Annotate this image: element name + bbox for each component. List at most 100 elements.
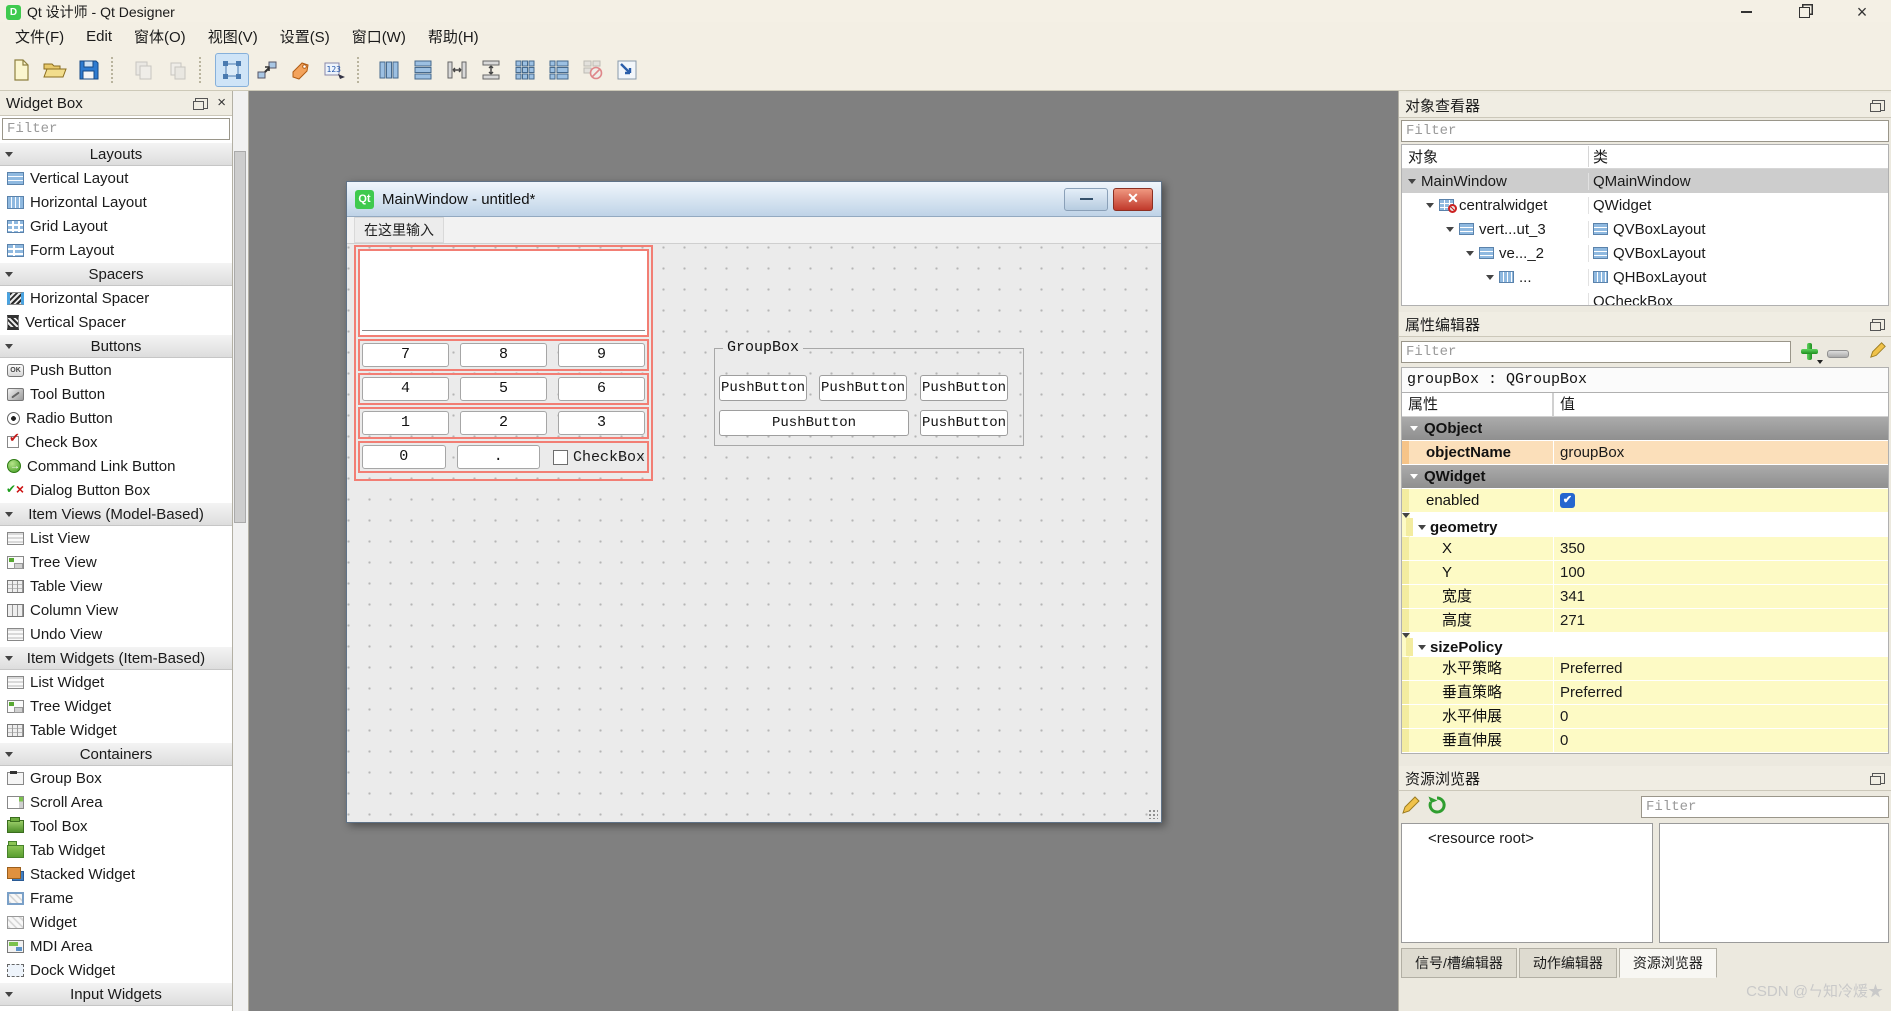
widget-box-row[interactable]: Scroll Area	[0, 790, 232, 814]
groupbox-pushbutton[interactable]: PushButton	[719, 375, 807, 401]
widget-box-row[interactable]: Table Widget	[0, 718, 232, 742]
widget-box-row[interactable]: Tool Button	[0, 382, 232, 406]
groupbox-pushbutton[interactable]: PushButton	[920, 410, 1008, 436]
form-close-button[interactable]: ✕	[1113, 188, 1153, 211]
checked-checkbox-icon[interactable]	[1560, 493, 1575, 508]
widget-box-row[interactable]: List View	[0, 526, 232, 550]
widget-box-row[interactable]: Tree Widget	[0, 694, 232, 718]
keypad-row[interactable]: 4 5 6	[358, 373, 649, 405]
break-layout-icon[interactable]	[577, 54, 609, 86]
edit-resources-icon[interactable]	[1401, 795, 1421, 819]
horizontal-splitter-icon[interactable]	[441, 54, 473, 86]
chevron-down-icon[interactable]	[1410, 474, 1418, 479]
widget-box-row[interactable]: Undo View	[0, 622, 232, 646]
layout-form-icon[interactable]	[543, 54, 575, 86]
property-row[interactable]: 垂直伸展 0	[1402, 729, 1888, 753]
keypad-button[interactable]: 2	[460, 411, 547, 435]
object-tree-row[interactable]: ve..._2 QVBoxLayout	[1402, 241, 1888, 265]
form-checkbox[interactable]: CheckBox	[551, 449, 645, 466]
edit-signals-slots-icon[interactable]	[251, 54, 283, 86]
paste-icon[interactable]	[161, 54, 193, 86]
keypad-button[interactable]: .	[457, 445, 541, 469]
widget-box-row[interactable]: Push Button	[0, 358, 232, 382]
widget-box-scrollbar[interactable]	[233, 91, 249, 1011]
object-tree-row[interactable]: MainWindow QMainWindow	[1402, 169, 1888, 193]
chevron-down-icon[interactable]	[1418, 645, 1426, 650]
groupbox-pushbutton[interactable]: PushButton	[920, 375, 1008, 401]
widget-box-row[interactable]: Form Layout	[0, 238, 232, 262]
keypad-row[interactable]: 0 . CheckBox	[358, 441, 649, 473]
calculator-vlayout[interactable]: 7 8 9 4 5 6 1 2 3	[354, 245, 653, 481]
window-restore-icon[interactable]	[1795, 4, 1813, 20]
object-inspector-filter-input[interactable]	[1401, 120, 1889, 142]
chevron-down-icon[interactable]	[1408, 179, 1416, 184]
widget-box-row[interactable]: Column View	[0, 598, 232, 622]
property-row[interactable]: QWidget	[1402, 465, 1888, 489]
dock-tab[interactable]: 资源浏览器	[1619, 948, 1717, 978]
resize-grip-icon[interactable]	[1148, 809, 1158, 819]
widget-box-row[interactable]: Widget	[0, 910, 232, 934]
widget-box-row[interactable]: Input Widgets	[0, 982, 232, 1006]
menu-item[interactable]: 窗体(O)	[123, 23, 197, 50]
keypad-button[interactable]: 9	[558, 343, 645, 367]
menu-item[interactable]: Edit	[75, 25, 123, 48]
property-value[interactable]: 0	[1560, 729, 1568, 752]
object-tree-row[interactable]: vert...ut_3 QVBoxLayout	[1402, 217, 1888, 241]
property-row[interactable]: sizePolicy [Preferred, Preferred, 0, 0]	[1402, 633, 1410, 657]
keypad-button[interactable]: 3	[558, 411, 645, 435]
menu-item[interactable]: 窗口(W)	[341, 23, 417, 50]
widget-box-row[interactable]: Horizontal Spacer	[0, 286, 232, 310]
form-minimize-button[interactable]	[1064, 188, 1108, 211]
widget-box-filter-input[interactable]	[2, 118, 230, 140]
property-value[interactable]: Preferred	[1560, 657, 1623, 680]
groupbox-pushbutton[interactable]: PushButton	[719, 410, 909, 436]
save-icon[interactable]	[73, 54, 105, 86]
dock-tab[interactable]: 信号/槽编辑器	[1401, 948, 1517, 978]
widget-box-row[interactable]: Grid Layout	[0, 214, 232, 238]
widget-box-row[interactable]: Frame	[0, 886, 232, 910]
layout-horizontally-icon[interactable]	[373, 54, 405, 86]
keypad-button[interactable]: 0	[362, 445, 446, 469]
widget-box-row[interactable]: Spacers	[0, 262, 232, 286]
new-file-icon[interactable]	[5, 54, 37, 86]
widget-box-row[interactable]: Vertical Spacer	[0, 310, 232, 334]
float-panel-icon[interactable]	[1872, 319, 1885, 330]
menu-item[interactable]: 帮助(H)	[417, 23, 490, 50]
property-row[interactable]: enabled	[1402, 489, 1888, 513]
keypad-button[interactable]: 4	[362, 377, 449, 401]
property-value[interactable]: groupBox	[1560, 441, 1624, 464]
property-value[interactable]: 350	[1560, 537, 1585, 560]
remove-dynamic-property-button[interactable]	[1827, 350, 1849, 358]
property-value[interactable]: 341	[1560, 585, 1585, 608]
keypad-button[interactable]: 1	[362, 411, 449, 435]
widget-box-row[interactable]: Dialog Button Box	[0, 478, 232, 502]
resource-root-item[interactable]: <resource root>	[1402, 824, 1652, 847]
float-panel-icon[interactable]	[195, 98, 208, 109]
widget-box-row[interactable]: Item Views (Model-Based)	[0, 502, 232, 526]
checkbox-icon[interactable]	[553, 450, 568, 465]
widget-box-row[interactable]: Dock Widget	[0, 958, 232, 982]
float-panel-icon[interactable]	[1872, 773, 1885, 784]
chevron-down-icon[interactable]	[1426, 203, 1434, 208]
edit-tab-order-icon[interactable]: 123	[319, 54, 351, 86]
property-row[interactable]: objectName groupBox	[1402, 441, 1888, 465]
keypad-button[interactable]: 6	[558, 377, 645, 401]
open-file-icon[interactable]	[39, 54, 71, 86]
dock-tab[interactable]: 动作编辑器	[1519, 948, 1617, 978]
widget-box-row[interactable]: Horizontal Layout	[0, 190, 232, 214]
widget-box-row[interactable]: Containers	[0, 742, 232, 766]
property-value[interactable]: Preferred	[1560, 681, 1623, 704]
chevron-down-icon[interactable]	[1466, 251, 1474, 256]
float-panel-icon[interactable]	[1872, 100, 1885, 111]
property-row[interactable]: 水平策略 Preferred	[1402, 657, 1888, 681]
widget-box-row[interactable]: Table View	[0, 574, 232, 598]
configure-property-editor-icon[interactable]	[1869, 341, 1887, 363]
property-row[interactable]: 宽度 341	[1402, 585, 1888, 609]
property-row[interactable]: geometry [(350, 100), 341 x 271]	[1402, 513, 1410, 537]
widget-box-row[interactable]: Buttons	[0, 334, 232, 358]
resource-filter-input[interactable]	[1641, 796, 1889, 818]
widget-box-row[interactable]: Tool Box	[0, 814, 232, 838]
chevron-down-icon[interactable]	[1418, 525, 1426, 530]
edit-buddies-icon[interactable]	[285, 54, 317, 86]
keypad-button[interactable]: 5	[460, 377, 547, 401]
